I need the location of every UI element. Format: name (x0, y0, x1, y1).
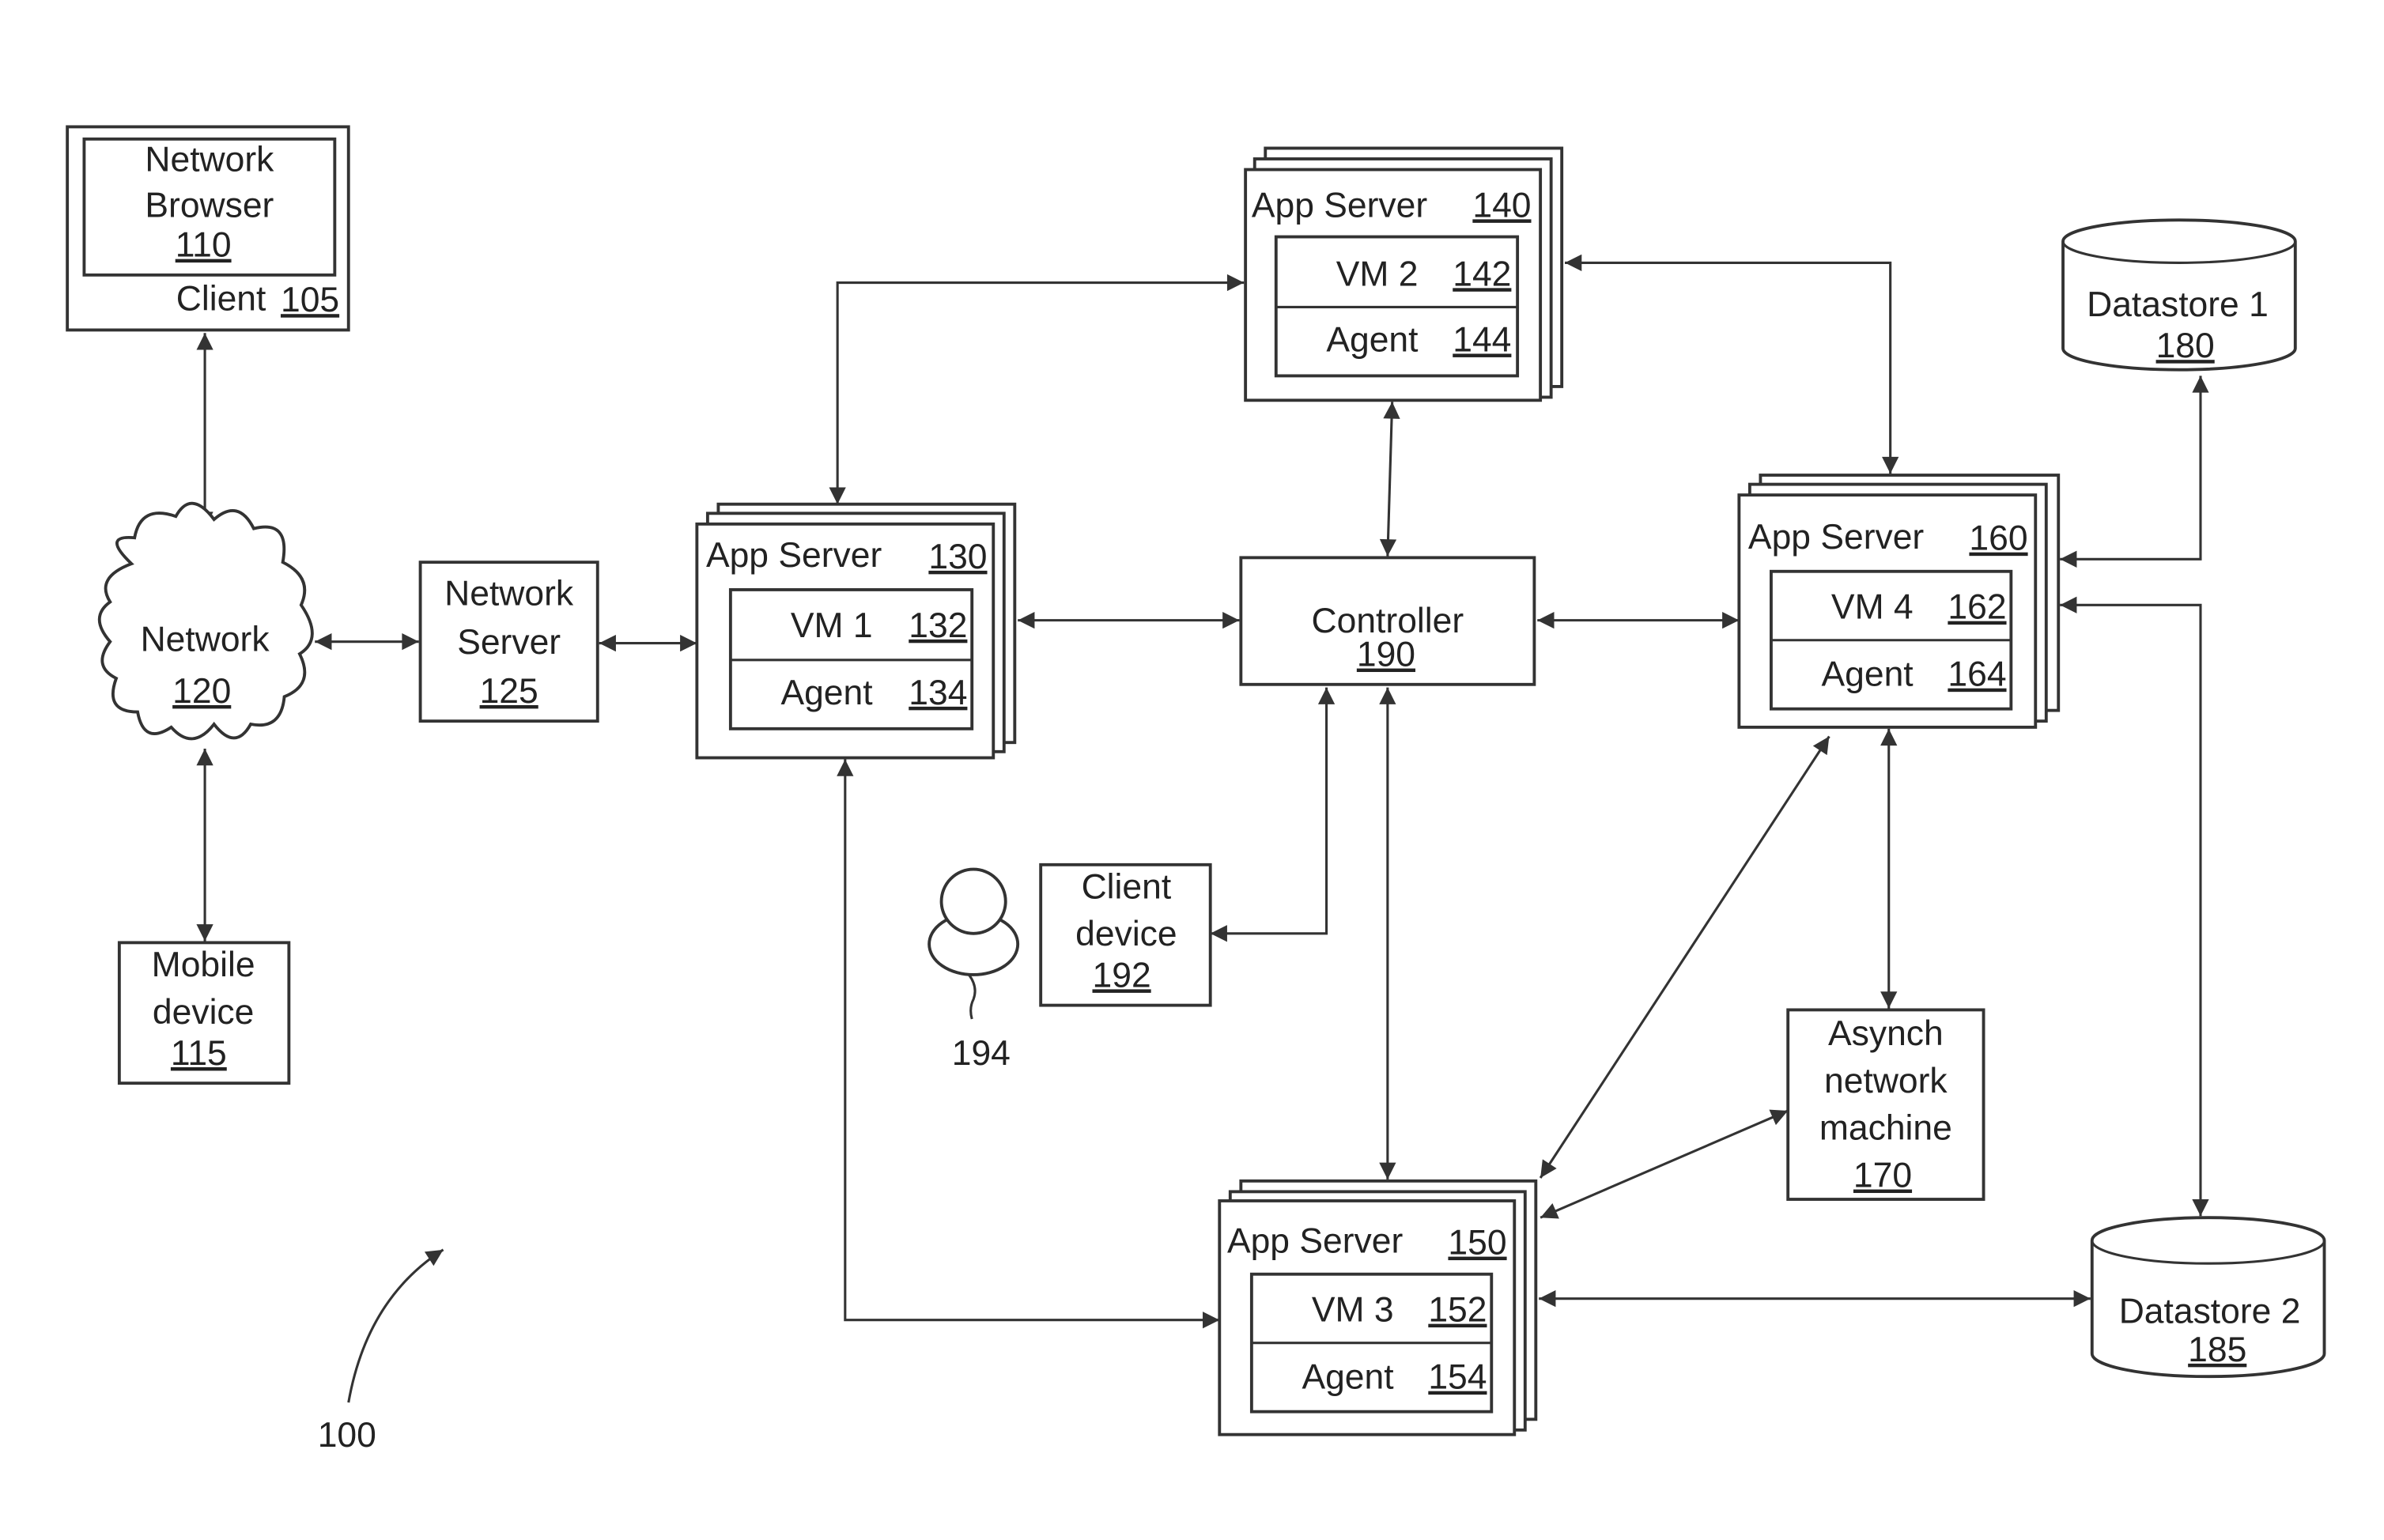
network-cloud[interactable]: Network 120 (97, 501, 314, 741)
asynch-ref: 170 (1853, 1157, 1912, 1195)
asynch-label-line1: Asynch (1828, 1014, 1944, 1053)
agent134-label: Agent (780, 674, 873, 712)
arrow-app130-app150 (837, 759, 1220, 1329)
figure-number: 100 (318, 1416, 376, 1455)
client-ref: 105 (281, 281, 339, 319)
mobile-device-node[interactable]: Mobile device 115 (117, 941, 291, 1085)
ds2-ref: 185 (2188, 1331, 2246, 1369)
clientdevice-ref: 192 (1093, 956, 1151, 995)
app160-ref: 160 (1969, 519, 2027, 558)
clientdevice-label-line2: device (1075, 915, 1177, 953)
vm1-ref: 132 (909, 606, 967, 645)
app160-label: App Server (1748, 518, 1924, 557)
vm3-ref: 152 (1428, 1291, 1487, 1330)
browser-label-line1: Network (145, 140, 274, 179)
arrow-app160-ds2 (2060, 596, 2209, 1217)
datastore-1[interactable]: Datastore 1 180 (2061, 218, 2297, 372)
app150-ref: 150 (1448, 1224, 1506, 1263)
agent154-ref: 154 (1428, 1358, 1487, 1397)
app150-label: App Server (1227, 1222, 1403, 1261)
ds2-label: Datastore 2 (2119, 1293, 2301, 1331)
agent144-label: Agent (1326, 320, 1419, 359)
browser-ref: 110 (176, 226, 232, 265)
vm4-label: VM 4 (1831, 588, 1914, 627)
user-ref: 194 (952, 1034, 1011, 1073)
user-icon (928, 867, 1020, 1020)
client-label: Client (176, 279, 266, 318)
browser-label-line2: Browser (145, 186, 274, 225)
arrow-app140-app160 (1565, 254, 1899, 474)
client-device-node[interactable]: Client device 192 (1039, 862, 1212, 1007)
user-figure: 194 (928, 867, 1020, 1073)
arrow-app150-asynch (1540, 1109, 1789, 1219)
agent154-label: Agent (1302, 1358, 1394, 1397)
vm4-ref: 162 (1948, 588, 2006, 627)
app-server-160[interactable]: App Server 160 VM 4 162 Agent 164 (1737, 474, 2061, 729)
agent164-ref: 164 (1948, 655, 2006, 694)
controller-ref: 190 (1357, 636, 1415, 674)
network-server-node[interactable]: Network Server 125 (418, 561, 599, 723)
app140-label: App Server (1252, 186, 1427, 225)
datastore-2[interactable]: Datastore 2 185 (2090, 1216, 2326, 1379)
agent134-ref: 134 (909, 674, 967, 712)
app-server-140[interactable]: App Server 140 VM 2 142 Agent 144 (1244, 146, 1564, 402)
vm2-ref: 142 (1453, 255, 1511, 293)
arrow-app140-controller (1379, 402, 1400, 557)
asynch-label-line3: machine (1819, 1109, 1952, 1148)
netserver-label-line2: Server (457, 623, 561, 662)
clientdevice-label-line1: Client (1082, 867, 1172, 906)
app-server-130[interactable]: App Server 130 VM 1 132 Agent 134 (695, 502, 1017, 760)
controller-node[interactable]: Controller 190 (1239, 556, 1536, 686)
netserver-ref: 125 (480, 672, 538, 711)
figure-pointer-arrow (347, 1248, 444, 1403)
client-node[interactable]: Network Browser 110 Client 105 (66, 125, 350, 332)
mobile-label-line2: device (153, 993, 254, 1032)
network-label: Network (141, 620, 270, 659)
ds1-ref: 180 (2156, 326, 2215, 365)
vm2-label: VM 2 (1336, 255, 1419, 293)
vm1-label: VM 1 (791, 606, 873, 645)
connectors (196, 254, 2209, 1403)
arrow-app130-app140 (829, 274, 1245, 504)
app-server-150[interactable]: App Server 150 VM 3 152 Agent 154 (1218, 1179, 1538, 1436)
asynch-label-line2: network (1824, 1062, 1948, 1100)
app130-label: App Server (706, 536, 882, 575)
agent144-ref: 144 (1453, 320, 1511, 359)
agent164-label: Agent (1822, 655, 1914, 694)
app130-ref: 130 (928, 538, 987, 576)
arrow-app160-ds1 (2060, 376, 2209, 568)
ds1-label: Datastore 1 (2087, 285, 2269, 324)
app140-ref: 140 (1472, 186, 1531, 225)
mobile-label-line1: Mobile (152, 946, 255, 984)
network-ref: 120 (172, 672, 231, 711)
system-diagram: Network Browser 110 Client 105 Network 1… (66, 125, 2326, 1455)
asynch-network-machine-node[interactable]: Asynch network machine 170 (1786, 1008, 1985, 1201)
mobile-ref: 115 (171, 1034, 227, 1073)
netserver-label-line1: Network (444, 574, 574, 613)
arrow-controller-clientdevice (1210, 687, 1336, 942)
vm3-label: VM 3 (1312, 1291, 1394, 1330)
